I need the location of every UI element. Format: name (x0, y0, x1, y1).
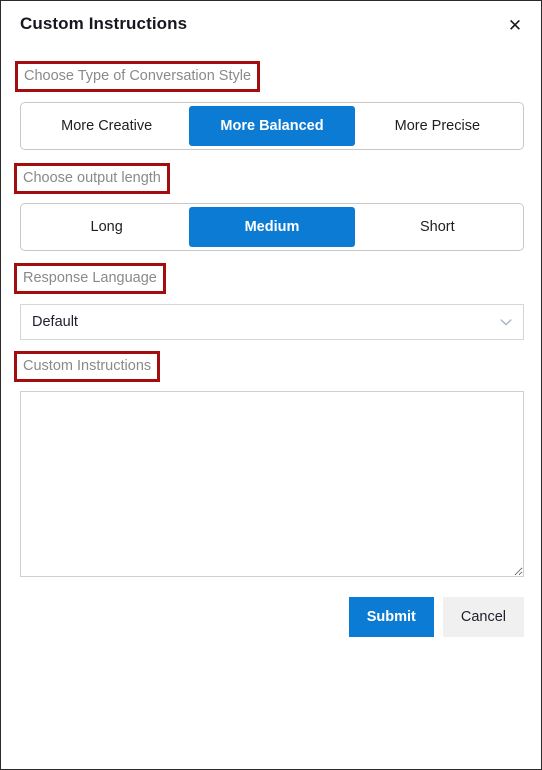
custom-instructions-dialog: Custom Instructions ✕ Choose Type of Con… (0, 0, 542, 770)
conversation-style-label: Choose Type of Conversation Style (15, 61, 261, 92)
output-length-label: Choose output length (14, 163, 170, 194)
submit-button[interactable]: Submit (348, 597, 434, 637)
response-language-label: Response Language (14, 263, 166, 294)
response-language-select[interactable]: Default (20, 304, 524, 340)
segment-long[interactable]: Long (24, 207, 189, 247)
segment-more-creative[interactable]: More Creative (24, 106, 189, 146)
custom-instructions-textarea[interactable] (20, 391, 524, 577)
response-language-value: Default (32, 314, 78, 330)
close-icon[interactable]: ✕ (500, 10, 530, 40)
dialog-header: Custom Instructions ✕ (1, 1, 541, 51)
output-length-segmented-control[interactable]: Long Medium Short (20, 203, 524, 251)
page-title: Custom Instructions (20, 14, 188, 33)
segment-more-precise[interactable]: More Precise (355, 106, 520, 146)
segment-medium[interactable]: Medium (189, 207, 355, 247)
segment-more-balanced[interactable]: More Balanced (189, 106, 355, 146)
custom-instructions-label: Custom Instructions (14, 351, 161, 382)
segment-short[interactable]: Short (355, 207, 520, 247)
chevron-down-icon[interactable] (489, 305, 523, 339)
conversation-style-segmented-control[interactable]: More Creative More Balanced More Precise (20, 102, 524, 150)
cancel-button[interactable]: Cancel (442, 597, 524, 637)
dialog-actions: Submit Cancel (20, 597, 524, 637)
